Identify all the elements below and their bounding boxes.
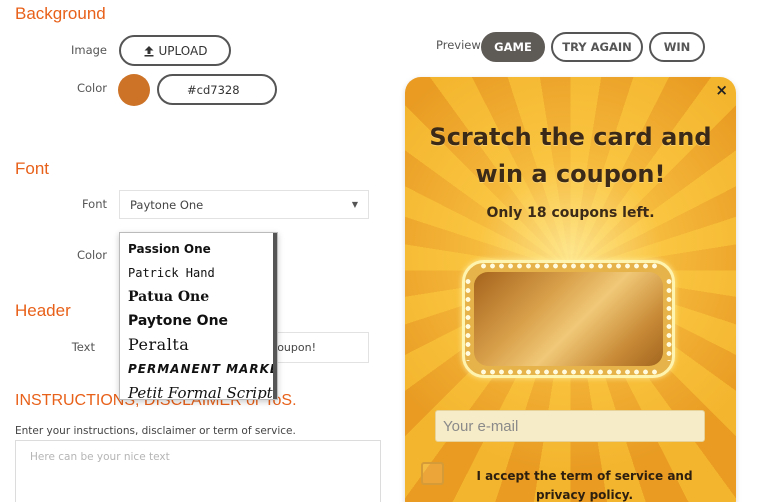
font-option[interactable]: Permanent Marker xyxy=(120,357,277,381)
marquee-lights xyxy=(465,277,471,361)
marquee-lights xyxy=(479,263,658,269)
image-label: Image xyxy=(70,43,107,57)
font-option[interactable]: Petit Formal Script xyxy=(120,381,277,399)
instructions-description: Enter your instructions, disclaimer or t… xyxy=(15,425,296,437)
font-option[interactable]: Passion One xyxy=(120,237,277,261)
font-option[interactable]: Patrick Hand xyxy=(120,261,277,285)
section-title-background: Background xyxy=(15,4,106,23)
terms-checkbox[interactable] xyxy=(421,462,444,485)
background-color-swatch[interactable] xyxy=(118,74,150,106)
tab-game[interactable]: GAME xyxy=(481,32,545,62)
card-title: Scratch the card and win a coupon! xyxy=(429,123,712,188)
card-subtitle: Only 18 coupons left. xyxy=(486,205,655,221)
upload-button[interactable]: UPLOAD xyxy=(119,35,231,66)
font-option-selected[interactable]: Paytone One xyxy=(120,309,277,333)
header-text-label: Text xyxy=(71,340,95,354)
font-option[interactable]: Patua One xyxy=(120,285,277,309)
tab-win[interactable]: WIN xyxy=(649,32,705,62)
marquee-lights xyxy=(666,277,672,361)
font-select-value: Paytone One xyxy=(130,197,204,212)
terms-text: I accept the term of service and privacy… xyxy=(476,469,693,502)
section-title-font: Font xyxy=(15,159,50,178)
font-color-label: Color xyxy=(76,248,107,262)
preview-label: Preview xyxy=(436,38,481,52)
scratch-area[interactable] xyxy=(462,260,675,378)
section-title-header: Header xyxy=(15,301,71,320)
background-color-label: Color xyxy=(76,81,107,95)
tab-try-again[interactable]: TRY AGAIN xyxy=(551,32,643,62)
font-option[interactable]: Peralta xyxy=(120,333,277,357)
scratch-card-preview: × Scratch the card and win a coupon! Onl… xyxy=(405,77,736,502)
instructions-textarea[interactable]: Here can be your nice text xyxy=(15,440,381,502)
marquee-lights xyxy=(479,369,658,375)
upload-icon xyxy=(143,45,155,57)
font-label: Font xyxy=(81,197,107,211)
close-icon[interactable]: × xyxy=(715,81,728,99)
upload-button-label: UPLOAD xyxy=(158,43,208,58)
font-dropdown-list[interactable]: Passion One Patrick Hand Patua One Payto… xyxy=(119,232,278,400)
chevron-down-icon: ▼ xyxy=(351,200,358,209)
background-color-input[interactable]: #cd7328 xyxy=(157,74,277,105)
scratch-surface[interactable] xyxy=(474,272,663,366)
dropdown-scrollbar[interactable] xyxy=(273,233,277,399)
email-input[interactable]: Your e-mail xyxy=(435,410,705,442)
font-select[interactable]: Paytone One ▼ xyxy=(119,190,369,219)
